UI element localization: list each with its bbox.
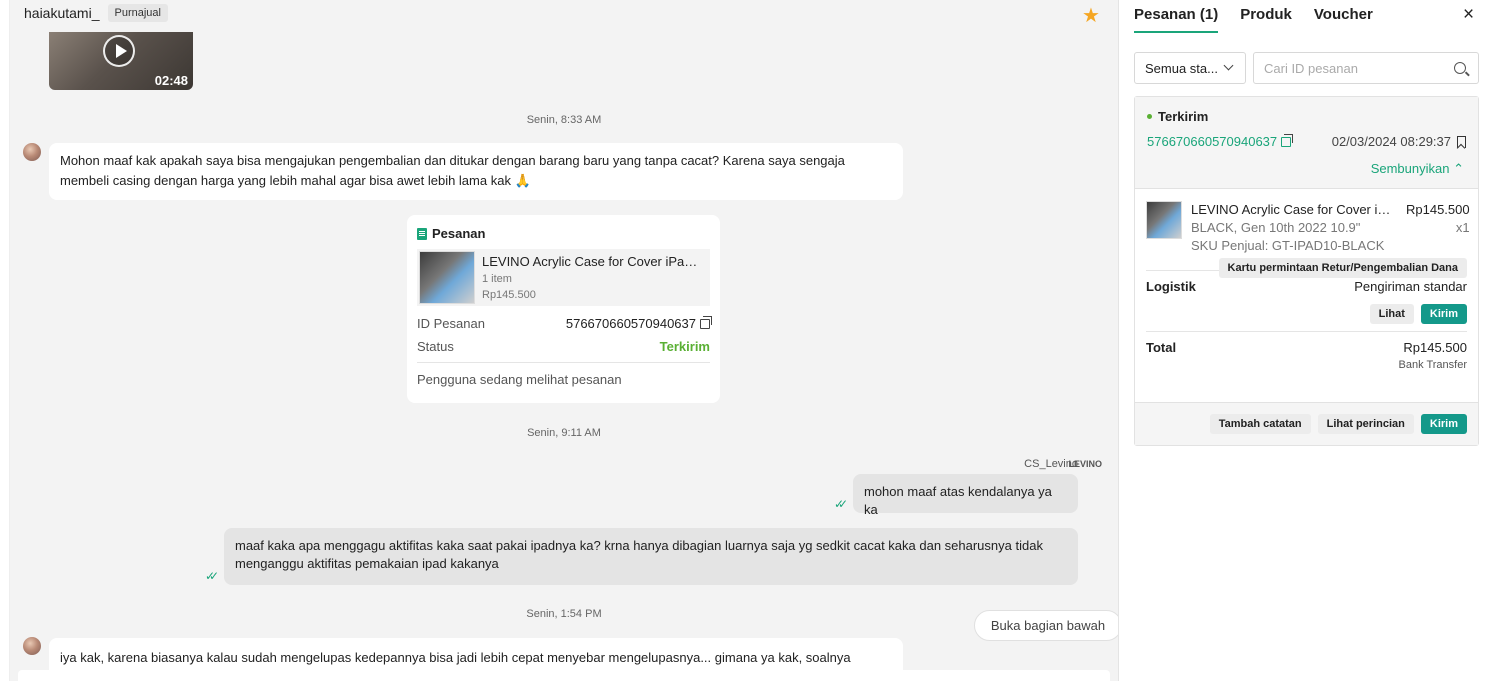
order-id-label: ID Pesanan	[417, 316, 485, 331]
order-id-line: 576670660570940637 02/03/2024 08:29:37	[1147, 134, 1466, 149]
chat-username[interactable]: haiakutami_	[24, 5, 100, 21]
read-check-icon: ✓✓	[834, 497, 848, 511]
bookmark-icon[interactable]	[1457, 136, 1466, 148]
send-order-button[interactable]: Kirim	[1420, 414, 1467, 434]
order-status-label: Status	[417, 339, 454, 354]
product-variant: BLACK, Gen 10th 2022 10.9"	[1191, 220, 1361, 235]
play-icon[interactable]	[103, 35, 135, 67]
status-dot	[1147, 114, 1152, 119]
order-search[interactable]	[1253, 52, 1479, 84]
copy-icon[interactable]	[1281, 134, 1294, 147]
user-badge: Purnajual	[107, 4, 168, 22]
timestamp: Senin, 9:11 AM	[527, 427, 601, 439]
logistics-value: Pengiriman standar	[1354, 279, 1467, 294]
product-sku: SKU Penjual: GT-IPAD10-BLACK	[1191, 238, 1385, 253]
close-icon[interactable]: ×	[1463, 4, 1474, 26]
send-logistics-button[interactable]: Kirim	[1420, 304, 1467, 324]
order-card-product[interactable]: LEVINO Acrylic Case for Cover iPad i... …	[417, 249, 710, 306]
payment-method: Bank Transfer	[1398, 359, 1467, 371]
order-panel: Pesanan (1) Produk Voucher × Semua sta..…	[1118, 0, 1492, 681]
logistics-label: Logistik	[1146, 279, 1196, 294]
item-count: 1 item	[482, 273, 512, 285]
video-message[interactable]: 02:48	[49, 32, 193, 90]
tab-products[interactable]: Produk	[1240, 6, 1292, 33]
star-icon[interactable]: ★	[1082, 3, 1100, 28]
add-note-button[interactable]: Tambah catatan	[1209, 414, 1311, 434]
timestamp: Senin, 1:54 PM	[526, 608, 602, 620]
view-details-button[interactable]: Lihat perincian	[1317, 414, 1414, 434]
tab-orders[interactable]: Pesanan (1)	[1134, 6, 1219, 33]
order-card-footer: Pengguna sedang melihat pesanan	[417, 372, 622, 387]
copy-icon[interactable]	[700, 316, 712, 329]
total-value: Rp145.500	[1403, 340, 1467, 355]
order-id-row: ID Pesanan 576670660570940637	[417, 316, 712, 331]
chevron-up-icon: ⌃	[1453, 161, 1464, 176]
status-filter-select[interactable]: Semua sta...	[1134, 52, 1246, 84]
chevron-down-icon	[1223, 60, 1234, 71]
tab-vouchers[interactable]: Voucher	[1314, 6, 1373, 33]
order-card-title: Pesanan	[417, 226, 710, 241]
order-card-title-text: Pesanan	[432, 226, 486, 241]
order-status-row: Status Terkirim	[417, 339, 710, 354]
document-icon	[417, 227, 427, 240]
panel-tabs: Pesanan (1) Produk Voucher	[1134, 6, 1373, 33]
product-thumbnail	[1146, 201, 1182, 239]
avatar	[23, 637, 41, 655]
message-input[interactable]	[18, 670, 1110, 681]
search-input[interactable]	[1264, 54, 1444, 82]
total-label: Total	[1146, 340, 1177, 355]
product-name: LEVINO Acrylic Case for Cover iPad i...	[482, 254, 704, 269]
order-card[interactable]: Pesanan LEVINO Acrylic Case for Cover iP…	[407, 215, 720, 403]
divider	[1146, 331, 1467, 332]
view-logistics-button[interactable]: Lihat	[1369, 304, 1414, 324]
hide-details-label: Sembunyikan	[1370, 161, 1450, 176]
product-name: LEVINO Acrylic Case for Cover iPa...	[1191, 202, 1397, 217]
message-outgoing: mohon maaf atas kendalanya ya ka	[853, 474, 1078, 517]
order-detail-header: Terkirim 576670660570940637 02/03/2024 0…	[1135, 97, 1478, 189]
total-row: Total Rp145.500	[1135, 340, 1478, 355]
video-duration: 02:48	[154, 73, 188, 88]
order-status: Terkirim	[1147, 109, 1466, 124]
order-id-value: 576670660570940637	[565, 316, 696, 331]
avatar	[23, 143, 41, 161]
chat-area[interactable]: haiakutami_ Purnajual ★ 02:48 Senin, 8:3…	[10, 0, 1118, 681]
hide-details-link[interactable]: Sembunyikan ⌃	[1371, 161, 1464, 177]
product-price: Rp145.500	[1406, 202, 1470, 217]
order-id-link[interactable]: 576670660570940637	[1147, 134, 1277, 149]
product-price: Rp145.500	[482, 289, 536, 301]
order-status-value: Terkirim	[659, 339, 710, 354]
logistics-row: Logistik Pengiriman standar	[1135, 279, 1478, 294]
message-outgoing: maaf kaka apa menggagu aktifitas kaka sa…	[224, 528, 1078, 585]
message-incoming: Mohon maaf kak apakah saya bisa mengajuk…	[49, 143, 903, 200]
agent-logo: LEVINO	[1068, 459, 1102, 469]
order-product: LEVINO Acrylic Case for Cover iPa... BLA…	[1146, 201, 1470, 255]
product-qty: x1	[1455, 220, 1470, 235]
timestamp: Senin, 8:33 AM	[526, 114, 602, 126]
divider	[417, 362, 710, 363]
read-check-icon: ✓✓	[205, 569, 219, 583]
order-detail-body: LEVINO Acrylic Case for Cover iPa... BLA…	[1135, 189, 1478, 278]
search-icon[interactable]	[1454, 62, 1466, 74]
order-date: 02/03/2024 08:29:37	[1331, 134, 1451, 149]
product-thumbnail	[419, 251, 475, 304]
status-filter-value: Semua sta...	[1145, 61, 1218, 76]
return-request-button[interactable]: Kartu permintaan Retur/Pengembalian Dana	[1218, 258, 1467, 278]
order-status-text: Terkirim	[1158, 109, 1209, 124]
logistics-actions: Lihat Kirim	[1135, 304, 1478, 324]
chat-header: haiakutami_ Purnajual	[24, 4, 168, 22]
left-edge	[0, 0, 10, 681]
order-actions: Tambah catatan Lihat perincian Kirim	[1135, 402, 1478, 445]
order-detail: Terkirim 576670660570940637 02/03/2024 0…	[1134, 96, 1479, 446]
open-bottom-button[interactable]: Buka bagian bawah	[974, 610, 1118, 641]
